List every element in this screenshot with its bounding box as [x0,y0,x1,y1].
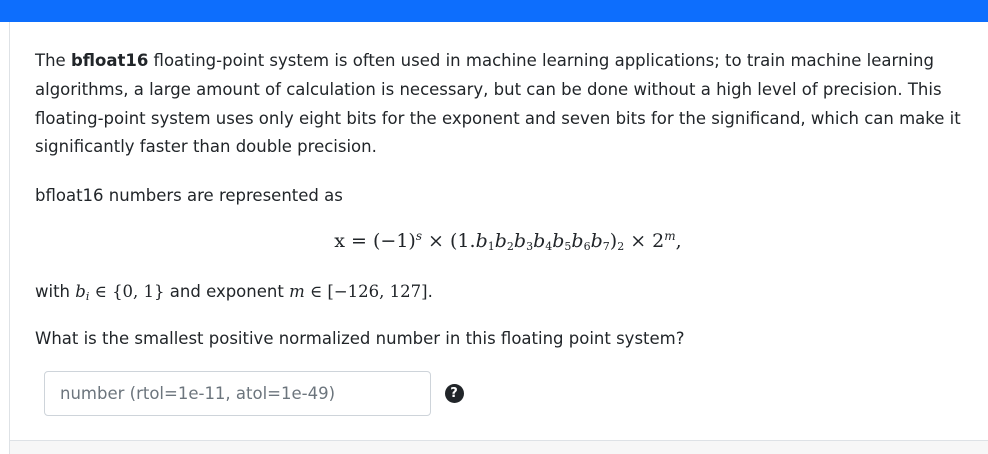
formula-exponent-m: m [664,229,676,243]
formula-bit-b7: b [590,230,603,252]
constraints-with: with [35,282,76,301]
constraints-and-exponent: and exponent [164,282,290,301]
help-button[interactable]: ? [431,371,477,416]
formula-bit-b4: b [533,230,546,252]
question-page: The bfloat16 floating-point system is of… [0,0,988,454]
representation-intro-text: bfloat16 numbers are represented as [35,186,343,205]
answer-input-group [44,371,431,416]
formula-significand-open: × (1. [422,230,476,252]
intro-lead-text: The [35,51,71,70]
formula-bit-b1: b [475,230,488,252]
formula-bit-b2: b [494,230,507,252]
question-prompt: What is the smallest positive normalized… [35,329,685,348]
bit-domain-math: bi ∈ {0, 1} [75,282,165,303]
bfloat16-term: bfloat16 [70,51,149,70]
constraints-text: with bi ∈ {0, 1} and exponent m ∈ [−126,… [35,278,970,307]
card-footer [10,440,988,454]
question-intro-paragraph: The bfloat16 floating-point system is of… [35,47,970,162]
formula-bit-b6: b [571,230,584,252]
formula-bit-b5: b [552,230,565,252]
answer-number-input[interactable] [45,372,430,415]
exponent-range-math: m ∈ [−126, 127] [289,282,428,301]
intro-body-text: floating-point system is often used in m… [35,51,961,157]
formula-lhs: x = (−1) [334,230,416,252]
formula-power-of-two: × 2 [624,230,665,252]
formula-comma: , [675,230,682,252]
formula-bit-b3: b [513,230,527,252]
bfloat16-formula: x = (−1)s × (1.b1b2b3b4b5b6b7)2 × 2m, [334,229,682,253]
question-circle-icon: ? [444,384,464,403]
top-header-bar [0,0,988,22]
constraints-period: . [427,282,433,301]
